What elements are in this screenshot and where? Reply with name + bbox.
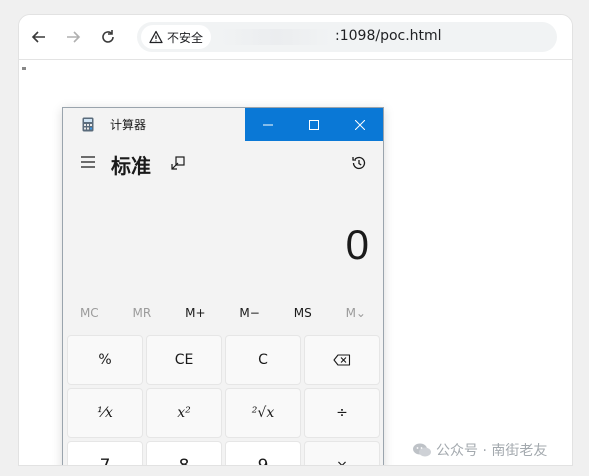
keypad: % CE C ⅟x x² ²√x ÷ 7 8 9 × [67, 335, 381, 465]
warning-triangle-icon [149, 30, 163, 44]
multiply-key[interactable]: × [304, 441, 380, 465]
memory-row: MC MR M+ M− MS M⌄ [63, 301, 383, 325]
back-arrow-icon [31, 31, 45, 43]
backspace-icon [333, 354, 351, 366]
watermark-text: 公众号 · 南街老友 [436, 443, 548, 459]
digit-8-key[interactable]: 8 [146, 441, 222, 465]
reciprocal-key[interactable]: ⅟x [67, 388, 143, 438]
reload-icon [102, 30, 114, 43]
calculator-header: 标准 [63, 148, 383, 182]
square-label: x² [177, 405, 191, 421]
minimize-icon [263, 124, 273, 125]
page-broken-image [22, 67, 26, 70]
hamburger-menu-icon[interactable] [80, 155, 96, 169]
forward-button[interactable] [61, 25, 85, 49]
calculator-title: 计算器 [110, 118, 147, 132]
percent-key[interactable]: % [67, 335, 143, 385]
digit-9-key[interactable]: 9 [225, 441, 301, 465]
memory-recall-button[interactable]: MR [133, 306, 152, 320]
url-text: :1098/poc.html [335, 28, 442, 44]
divide-key[interactable]: ÷ [304, 388, 380, 438]
history-icon[interactable] [350, 154, 368, 172]
maximize-button[interactable] [291, 108, 337, 141]
square-root-label: ²√x [251, 405, 275, 421]
redacted-host [221, 29, 331, 45]
memory-clear-button[interactable]: MC [80, 306, 99, 320]
maximize-icon [309, 119, 319, 130]
minimize-button[interactable] [245, 108, 291, 141]
backspace-key[interactable] [304, 335, 380, 385]
memory-add-button[interactable]: M+ [185, 306, 205, 320]
memory-list-button[interactable]: M⌄ [346, 306, 366, 320]
window-controls [245, 108, 383, 141]
wechat-logo-icon [413, 443, 431, 457]
mode-title: 标准 [111, 154, 151, 178]
reciprocal-label: ⅟x [97, 405, 113, 421]
clear-key[interactable]: C [225, 335, 301, 385]
screenshot-frame: 不安全 :1098/poc.html 计算器 标准 0 MC MR M+ M− … [0, 0, 589, 476]
square-root-key[interactable]: ²√x [225, 388, 301, 438]
calculator-window: 计算器 标准 0 MC MR M+ M− MS M⌄ % CE C ⅟x x² … [62, 107, 384, 465]
clear-entry-key[interactable]: CE [146, 335, 222, 385]
keep-on-top-icon[interactable] [170, 155, 186, 171]
calculator-titlebar[interactable]: 计算器 [63, 108, 383, 141]
browser-toolbar: 不安全 :1098/poc.html [19, 15, 572, 60]
browser-window: 不安全 :1098/poc.html 计算器 标准 0 MC MR M+ M− … [18, 14, 573, 466]
result-display: 0 [345, 221, 369, 268]
forward-arrow-icon [67, 31, 81, 43]
reload-button[interactable] [96, 25, 120, 49]
security-label: 不安全 [167, 30, 204, 45]
watermark: 公众号 · 南街老友 [412, 440, 547, 460]
digit-7-key[interactable]: 7 [67, 441, 143, 465]
square-key[interactable]: x² [146, 388, 222, 438]
address-bar[interactable]: 不安全 :1098/poc.html [137, 22, 557, 52]
close-button[interactable] [337, 108, 383, 141]
back-button[interactable] [27, 25, 51, 49]
close-icon [355, 119, 365, 130]
calculator-app-icon [82, 117, 94, 132]
security-indicator[interactable]: 不安全 [141, 25, 212, 49]
memory-store-button[interactable]: MS [294, 306, 312, 320]
memory-subtract-button[interactable]: M− [239, 306, 259, 320]
